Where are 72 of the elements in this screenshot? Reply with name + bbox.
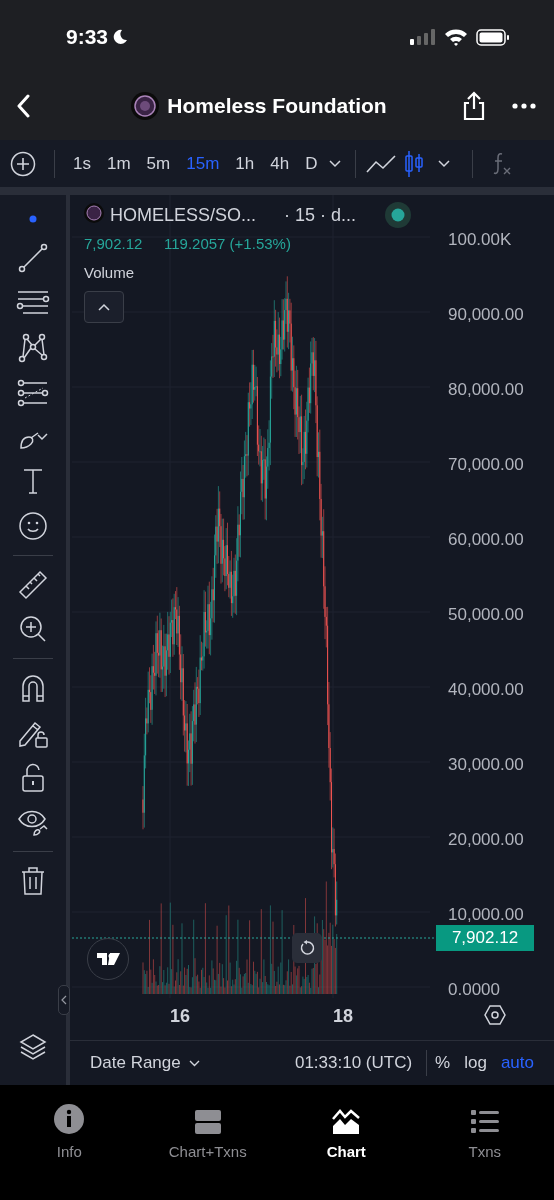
tab-bar-item[interactable]: Txns <box>415 1103 554 1163</box>
price-change: 119.2057 (+1.53%) <box>164 234 291 254</box>
unlock-icon[interactable] <box>21 763 45 793</box>
collapse-legend-button[interactable] <box>84 291 124 323</box>
price-axis-label: 80,000.00 <box>448 379 524 401</box>
pattern-nodes-icon[interactable] <box>18 333 48 363</box>
battery-icon <box>476 28 510 46</box>
timezone-clock: 01:33:10 (UTC) <box>294 1052 413 1075</box>
settings-icon[interactable] <box>484 1005 506 1025</box>
dropdown-caret-icon[interactable] <box>438 159 453 168</box>
magnet-icon[interactable] <box>19 673 47 703</box>
price-axis-label: 100.00K <box>448 229 512 251</box>
price-axis-label: 10,000.00 <box>448 904 524 926</box>
layers-icon[interactable] <box>19 1033 47 1061</box>
symbol-name: HOMELESS/SO... <box>110 204 257 227</box>
chevron-up-icon <box>98 303 110 311</box>
trend-line-icon[interactable] <box>18 243 48 273</box>
interval-tab[interactable]: 1h <box>227 148 263 179</box>
price-axis-label: 40,000.00 <box>448 679 524 701</box>
trash-icon[interactable] <box>20 866 46 896</box>
collapse-panel-button[interactable] <box>58 985 70 1015</box>
zoom-in-icon[interactable] <box>18 614 48 644</box>
tab-bar-item[interactable]: Info <box>0 1103 139 1163</box>
page-title: Homeless Foundation <box>167 93 387 120</box>
time-axis-label: 18 <box>333 1005 354 1028</box>
cursor-dot-icon[interactable] <box>29 215 37 223</box>
interval-tab[interactable]: 15m <box>178 148 228 179</box>
text-tool-icon[interactable] <box>22 467 44 495</box>
interval-tab[interactable]: D <box>297 148 326 179</box>
indicator-label: Volume <box>84 263 135 283</box>
reset-icon <box>299 940 315 956</box>
interval-tab[interactable]: 1s <box>65 148 99 179</box>
price-value: 7,902.12 <box>84 234 143 254</box>
token-logo-icon <box>131 92 160 120</box>
current-price-tag: 7,902.12 <box>436 925 534 951</box>
tab-bar-item[interactable]: Chart <box>277 1103 416 1163</box>
interval-tab[interactable]: 5m <box>138 148 179 179</box>
interval-tab[interactable]: 4h <box>262 148 298 179</box>
price-axis-label: 70,000.00 <box>448 454 524 476</box>
signal-icon <box>410 29 436 45</box>
reset-chart-button[interactable] <box>292 933 322 963</box>
token-logo-icon <box>84 203 104 223</box>
scale-option-button[interactable]: log <box>464 1050 487 1076</box>
price-axis-label: 30,000.00 <box>448 754 524 776</box>
scale-option-button[interactable]: auto <box>500 1050 534 1076</box>
wifi-icon <box>444 28 468 46</box>
status-dot-icon <box>384 201 412 229</box>
tab-bar-item[interactable]: Chart+Txns <box>138 1103 277 1163</box>
horizontal-lines-icon[interactable] <box>16 289 50 317</box>
add-indicator-button[interactable] <box>10 149 38 178</box>
price-axis-label: 20,000.00 <box>448 829 524 851</box>
smiley-icon[interactable] <box>18 511 48 541</box>
candlestick-icon[interactable] <box>404 148 425 179</box>
fibonacci-levels-icon[interactable] <box>17 379 49 407</box>
dropdown-caret-icon <box>188 1059 200 1067</box>
chevron-left-icon <box>61 995 67 1005</box>
interval-tab[interactable]: 1m <box>98 148 139 179</box>
moon-icon <box>112 29 129 45</box>
ruler-icon[interactable] <box>18 570 48 600</box>
date-range-dropdown[interactable]: Date Range <box>90 1050 200 1076</box>
tradingview-logo-icon <box>86 937 130 981</box>
price-axis-label: 90,000.00 <box>448 304 524 326</box>
scale-option-button[interactable]: % <box>435 1050 451 1076</box>
dropdown-caret-icon[interactable] <box>329 159 344 168</box>
time-axis-label: 16 <box>170 1005 191 1028</box>
price-axis-label: 0.0000 <box>448 979 500 1001</box>
interval-label: · 15 · d... <box>284 204 357 227</box>
price-axis-label: 50,000.00 <box>448 604 524 626</box>
more-icon[interactable] <box>512 103 536 109</box>
price-axis-label: 60,000.00 <box>448 529 524 551</box>
status-time: 9:33 <box>66 24 109 51</box>
info-icon <box>53 1103 86 1135</box>
